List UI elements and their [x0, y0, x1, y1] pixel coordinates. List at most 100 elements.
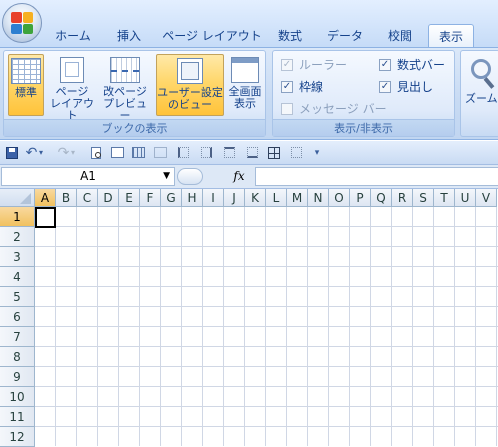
office-button[interactable] — [2, 3, 42, 43]
headings-checkbox[interactable]: ✓ 見出し — [379, 78, 433, 96]
column-header-j[interactable]: J — [224, 189, 245, 207]
column-header-c[interactable]: C — [77, 189, 98, 207]
column-header-d[interactable]: D — [98, 189, 119, 207]
formula-bar-label: 数式バー — [397, 58, 446, 72]
tab-home[interactable]: ホーム — [50, 24, 96, 48]
normal-view-icon[interactable] — [110, 145, 125, 160]
page-break-icon[interactable] — [131, 145, 146, 160]
group-book-views: 標準 ページ レイアウト 改ページ プレビュー ユーザー設定 のビュー 全画面 … — [3, 50, 266, 137]
row-header-5[interactable]: 5 — [0, 287, 35, 307]
column-header-s[interactable]: S — [413, 189, 434, 207]
name-box[interactable]: A1 ▼ — [1, 167, 175, 186]
column-header-f[interactable]: F — [140, 189, 161, 207]
formula-bar-checkbox[interactable]: ✓ 数式バー — [379, 56, 445, 74]
name-box-value: A1 — [80, 169, 96, 183]
row-header-8[interactable]: 8 — [0, 347, 35, 367]
select-all-button[interactable] — [0, 189, 35, 207]
normal-view-icon — [11, 58, 41, 84]
ruler-label: ルーラー — [299, 58, 348, 72]
column-header-l[interactable]: L — [266, 189, 287, 207]
column-header-v[interactable]: V — [476, 189, 497, 207]
cell-area[interactable] — [35, 207, 498, 446]
undo-dropdown-icon[interactable]: ▾ — [37, 145, 45, 160]
column-header-r[interactable]: R — [392, 189, 413, 207]
tab-view[interactable]: 表示 — [428, 24, 474, 48]
formula-bar-splitter[interactable] — [177, 168, 203, 185]
page-break-preview-icon — [110, 57, 140, 83]
message-bar-label: メッセージ バー — [299, 102, 387, 116]
row-header-2[interactable]: 2 — [0, 227, 35, 247]
column-header-g[interactable]: G — [161, 189, 182, 207]
normal-view-button[interactable]: 標準 — [8, 54, 44, 116]
select-all-icon — [20, 193, 31, 204]
row-header-9[interactable]: 9 — [0, 367, 35, 387]
row-header-11[interactable]: 11 — [0, 407, 35, 427]
formula-bar: A1 ▼ fx — [0, 165, 498, 189]
group-zoom: ズーム — [460, 50, 498, 137]
tab-data[interactable]: データ — [320, 24, 370, 48]
message-bar-checkbox[interactable]: メッセージ バー — [281, 100, 387, 118]
row-header-10[interactable]: 10 — [0, 387, 35, 407]
zoom-magnifier-handle — [483, 77, 495, 89]
border-icon[interactable] — [199, 145, 214, 160]
active-cell[interactable] — [35, 207, 56, 228]
row-header-4[interactable]: 4 — [0, 267, 35, 287]
page-layout-button[interactable]: ページ レイアウト — [49, 54, 95, 122]
column-header-k[interactable]: K — [245, 189, 266, 207]
normal-view-label: 標準 — [15, 86, 37, 99]
gridlines-checkbox[interactable]: ✓ 枠線 — [281, 78, 323, 96]
empty-checkbox-icon — [281, 103, 293, 115]
column-header-o[interactable]: O — [329, 189, 350, 207]
border-icon[interactable] — [176, 145, 191, 160]
column-header-u[interactable]: U — [455, 189, 476, 207]
headings-label: 見出し — [397, 80, 434, 94]
row-header-3[interactable]: 3 — [0, 247, 35, 267]
tab-formulas[interactable]: 数式 — [270, 24, 310, 48]
office-logo-icon — [11, 12, 33, 34]
all-borders-icon[interactable] — [266, 145, 281, 160]
chevron-down-icon[interactable]: ▼ — [163, 168, 170, 185]
formula-input[interactable] — [255, 167, 498, 186]
customize-qat-icon[interactable]: ▾ — [313, 145, 321, 160]
save-icon[interactable] — [4, 145, 19, 160]
row-header-6[interactable]: 6 — [0, 307, 35, 327]
group-show-hide-label: 表示/非表示 — [273, 119, 454, 136]
tab-insert[interactable]: 挿入 — [108, 24, 150, 48]
row-header-12[interactable]: 12 — [0, 427, 35, 447]
print-preview-icon[interactable] — [88, 145, 103, 160]
column-header-a[interactable]: A — [35, 189, 56, 207]
group-show-hide: ✓ ルーラー ✓ 数式バー ✓ 枠線 ✓ 見出し メッセージ バー 表示/非表示 — [272, 50, 455, 137]
checkmark-icon: ✓ — [281, 59, 293, 71]
column-header-t[interactable]: T — [434, 189, 455, 207]
page-break-preview-button[interactable]: 改ページ プレビュー — [98, 54, 152, 122]
column-header-b[interactable]: B — [56, 189, 77, 207]
custom-views-button[interactable]: ユーザー設定 のビュー — [156, 54, 224, 116]
custom-views-label-2: のビュー — [168, 98, 212, 111]
column-header-q[interactable]: Q — [371, 189, 392, 207]
border-icon[interactable] — [245, 145, 260, 160]
row-header-7[interactable]: 7 — [0, 327, 35, 347]
insert-function-button[interactable]: fx — [226, 167, 252, 186]
tab-review[interactable]: 校閲 — [380, 24, 420, 48]
column-header-i[interactable]: I — [203, 189, 224, 207]
full-screen-button[interactable]: 全画面 表示 — [226, 54, 264, 116]
checkmark-icon: ✓ — [281, 81, 293, 93]
column-header-n[interactable]: N — [308, 189, 329, 207]
gridlines-label: 枠線 — [299, 80, 324, 94]
border-icon[interactable] — [222, 145, 237, 160]
column-header-h[interactable]: H — [182, 189, 203, 207]
row-header-1[interactable]: 1 — [0, 207, 35, 227]
group-book-views-label: ブックの表示 — [4, 119, 265, 136]
ribbon: 標準 ページ レイアウト 改ページ プレビュー ユーザー設定 のビュー 全画面 … — [0, 47, 498, 140]
worksheet-grid: ABCDEFGHIJKLMNOPQRSTUV 1 2 3 4 5 6 7 8 9 10 11 12 — [0, 189, 498, 447]
quick-access-toolbar: ↶ ▾ ↷ ▾ ▾ — [0, 141, 498, 165]
table-icon[interactable] — [153, 145, 168, 160]
column-header-e[interactable]: E — [119, 189, 140, 207]
ruler-checkbox[interactable]: ✓ ルーラー — [281, 56, 347, 74]
full-screen-label-2: 表示 — [234, 97, 256, 110]
border-icon[interactable] — [289, 145, 304, 160]
column-header-p[interactable]: P — [350, 189, 371, 207]
tab-page-layout[interactable]: ページ レイアウト — [161, 24, 263, 48]
zoom-button[interactable]: ズーム — [461, 57, 498, 117]
column-header-m[interactable]: M — [287, 189, 308, 207]
